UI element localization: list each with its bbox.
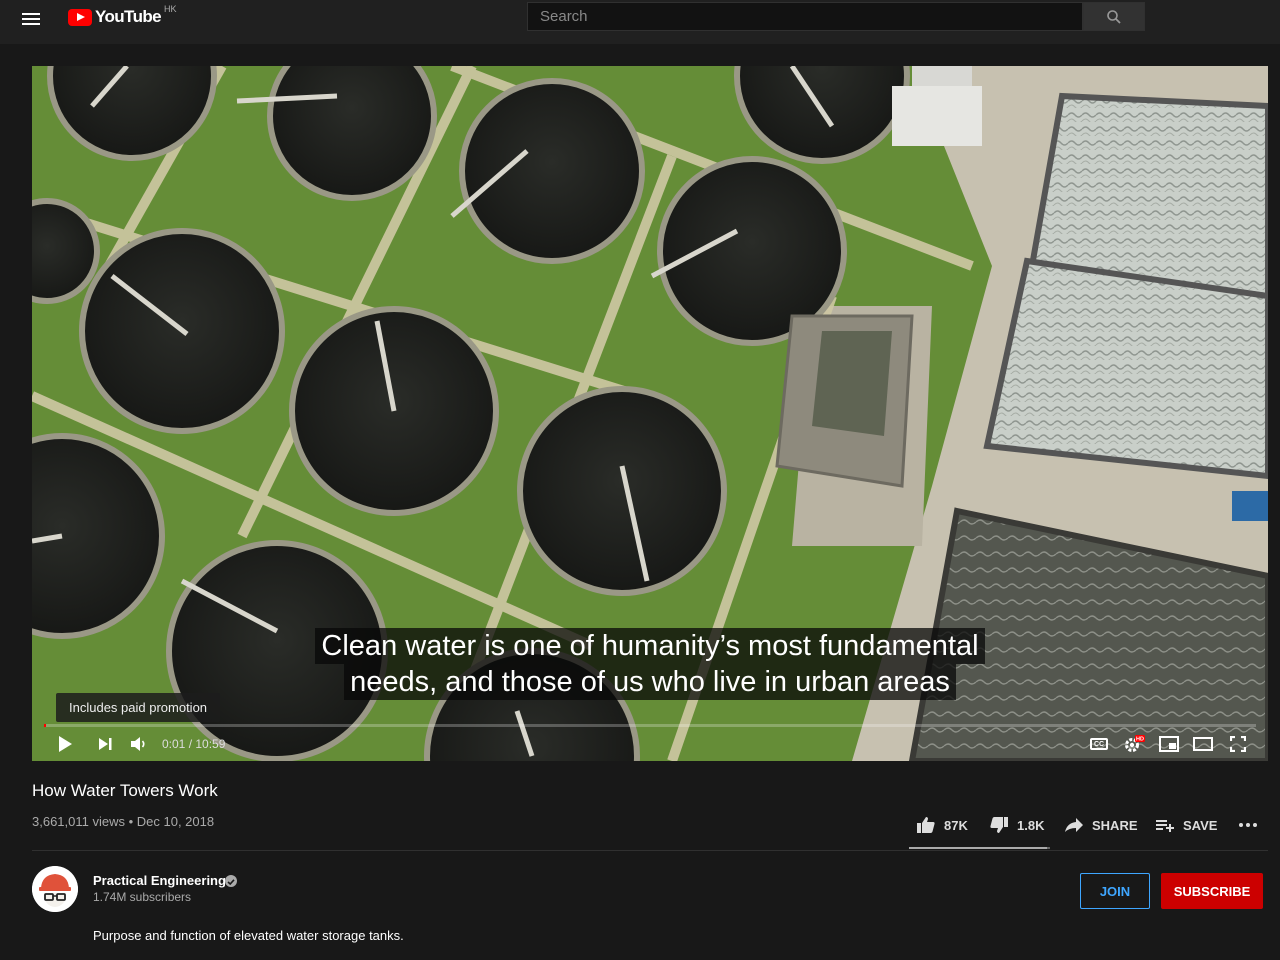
sentiment-bar	[909, 847, 1050, 849]
share-icon	[1065, 818, 1083, 832]
verified-icon	[225, 875, 237, 887]
save-button[interactable]: SAVE	[1155, 817, 1217, 833]
paid-promotion-badge[interactable]: Includes paid promotion	[56, 693, 221, 722]
thumbs-down-icon	[990, 817, 1008, 833]
dislike-button[interactable]: 1.8K	[989, 816, 1044, 834]
progress-fill	[44, 724, 46, 727]
dislike-count: 1.8K	[1017, 817, 1045, 833]
search-placeholder: Search	[540, 8, 588, 25]
caption-line-1: Clean water is one of humanity’s most fu…	[315, 628, 985, 664]
settings-button[interactable]: HD	[1122, 732, 1146, 756]
masthead: YouTube HK Search	[0, 0, 1280, 44]
more-icon	[1239, 823, 1257, 827]
subscribe-button[interactable]: SUBSCRIBE	[1161, 873, 1263, 909]
time-display: 0:01 / 10:59	[162, 737, 226, 751]
share-label: SHARE	[1092, 817, 1138, 833]
join-button[interactable]: JOIN	[1080, 873, 1150, 909]
next-button[interactable]	[94, 732, 116, 756]
fullscreen-icon	[1230, 736, 1246, 752]
save-label: SAVE	[1183, 817, 1218, 833]
youtube-logo[interactable]: YouTube HK	[68, 4, 177, 28]
youtube-logo-icon	[68, 8, 92, 26]
like-count: 87K	[944, 817, 968, 833]
search-button[interactable]	[1083, 2, 1145, 31]
video-title: How Water Towers Work	[32, 781, 218, 800]
video-player[interactable]: Clean water is one of humanity’s most fu…	[32, 66, 1268, 761]
search-input[interactable]: Search	[527, 2, 1083, 31]
thumbs-up-icon	[917, 817, 935, 833]
channel-avatar[interactable]	[32, 866, 78, 912]
video-description: Purpose and function of elevated water s…	[93, 928, 404, 943]
more-actions-button[interactable]	[1238, 822, 1258, 828]
cc-icon: CC	[1090, 738, 1108, 750]
channel-logo-icon	[32, 866, 78, 912]
like-button[interactable]: 87K	[916, 816, 968, 834]
volume-button[interactable]	[128, 732, 150, 756]
settings-icon: HD	[1125, 735, 1145, 752]
caption-line-2: needs, and those of us who live in urban…	[344, 664, 956, 700]
subscriber-count: 1.74M subscribers	[93, 890, 192, 904]
next-icon	[99, 738, 112, 750]
menu-icon[interactable]	[22, 10, 42, 30]
player-controls: 0:01 / 10:59 CC HD	[32, 728, 1268, 760]
miniplayer-button[interactable]	[1157, 732, 1181, 756]
share-button[interactable]: SHARE	[1064, 817, 1138, 833]
save-playlist-icon	[1156, 820, 1174, 832]
search-icon	[1107, 9, 1121, 24]
progress-bar[interactable]	[44, 724, 1256, 727]
play-button[interactable]	[54, 732, 76, 756]
hd-badge: HD	[1136, 737, 1144, 743]
captions: Clean water is one of humanity’s most fu…	[32, 628, 1268, 700]
theater-icon	[1193, 737, 1213, 751]
miniplayer-icon	[1159, 736, 1179, 752]
fullscreen-button[interactable]	[1226, 732, 1250, 756]
volume-icon	[131, 737, 145, 751]
channel-name[interactable]: Practical Engineering	[93, 873, 226, 888]
divider	[32, 850, 1268, 851]
sentiment-bar-fill	[909, 847, 1048, 849]
captions-button[interactable]: CC	[1088, 732, 1110, 756]
play-icon	[59, 736, 72, 752]
theater-mode-button[interactable]	[1191, 732, 1215, 756]
country-code: HK	[164, 4, 177, 14]
video-actions: 87K 1.8K SHARE SAVE	[0, 812, 1280, 838]
logo-text: YouTube	[95, 7, 162, 26]
